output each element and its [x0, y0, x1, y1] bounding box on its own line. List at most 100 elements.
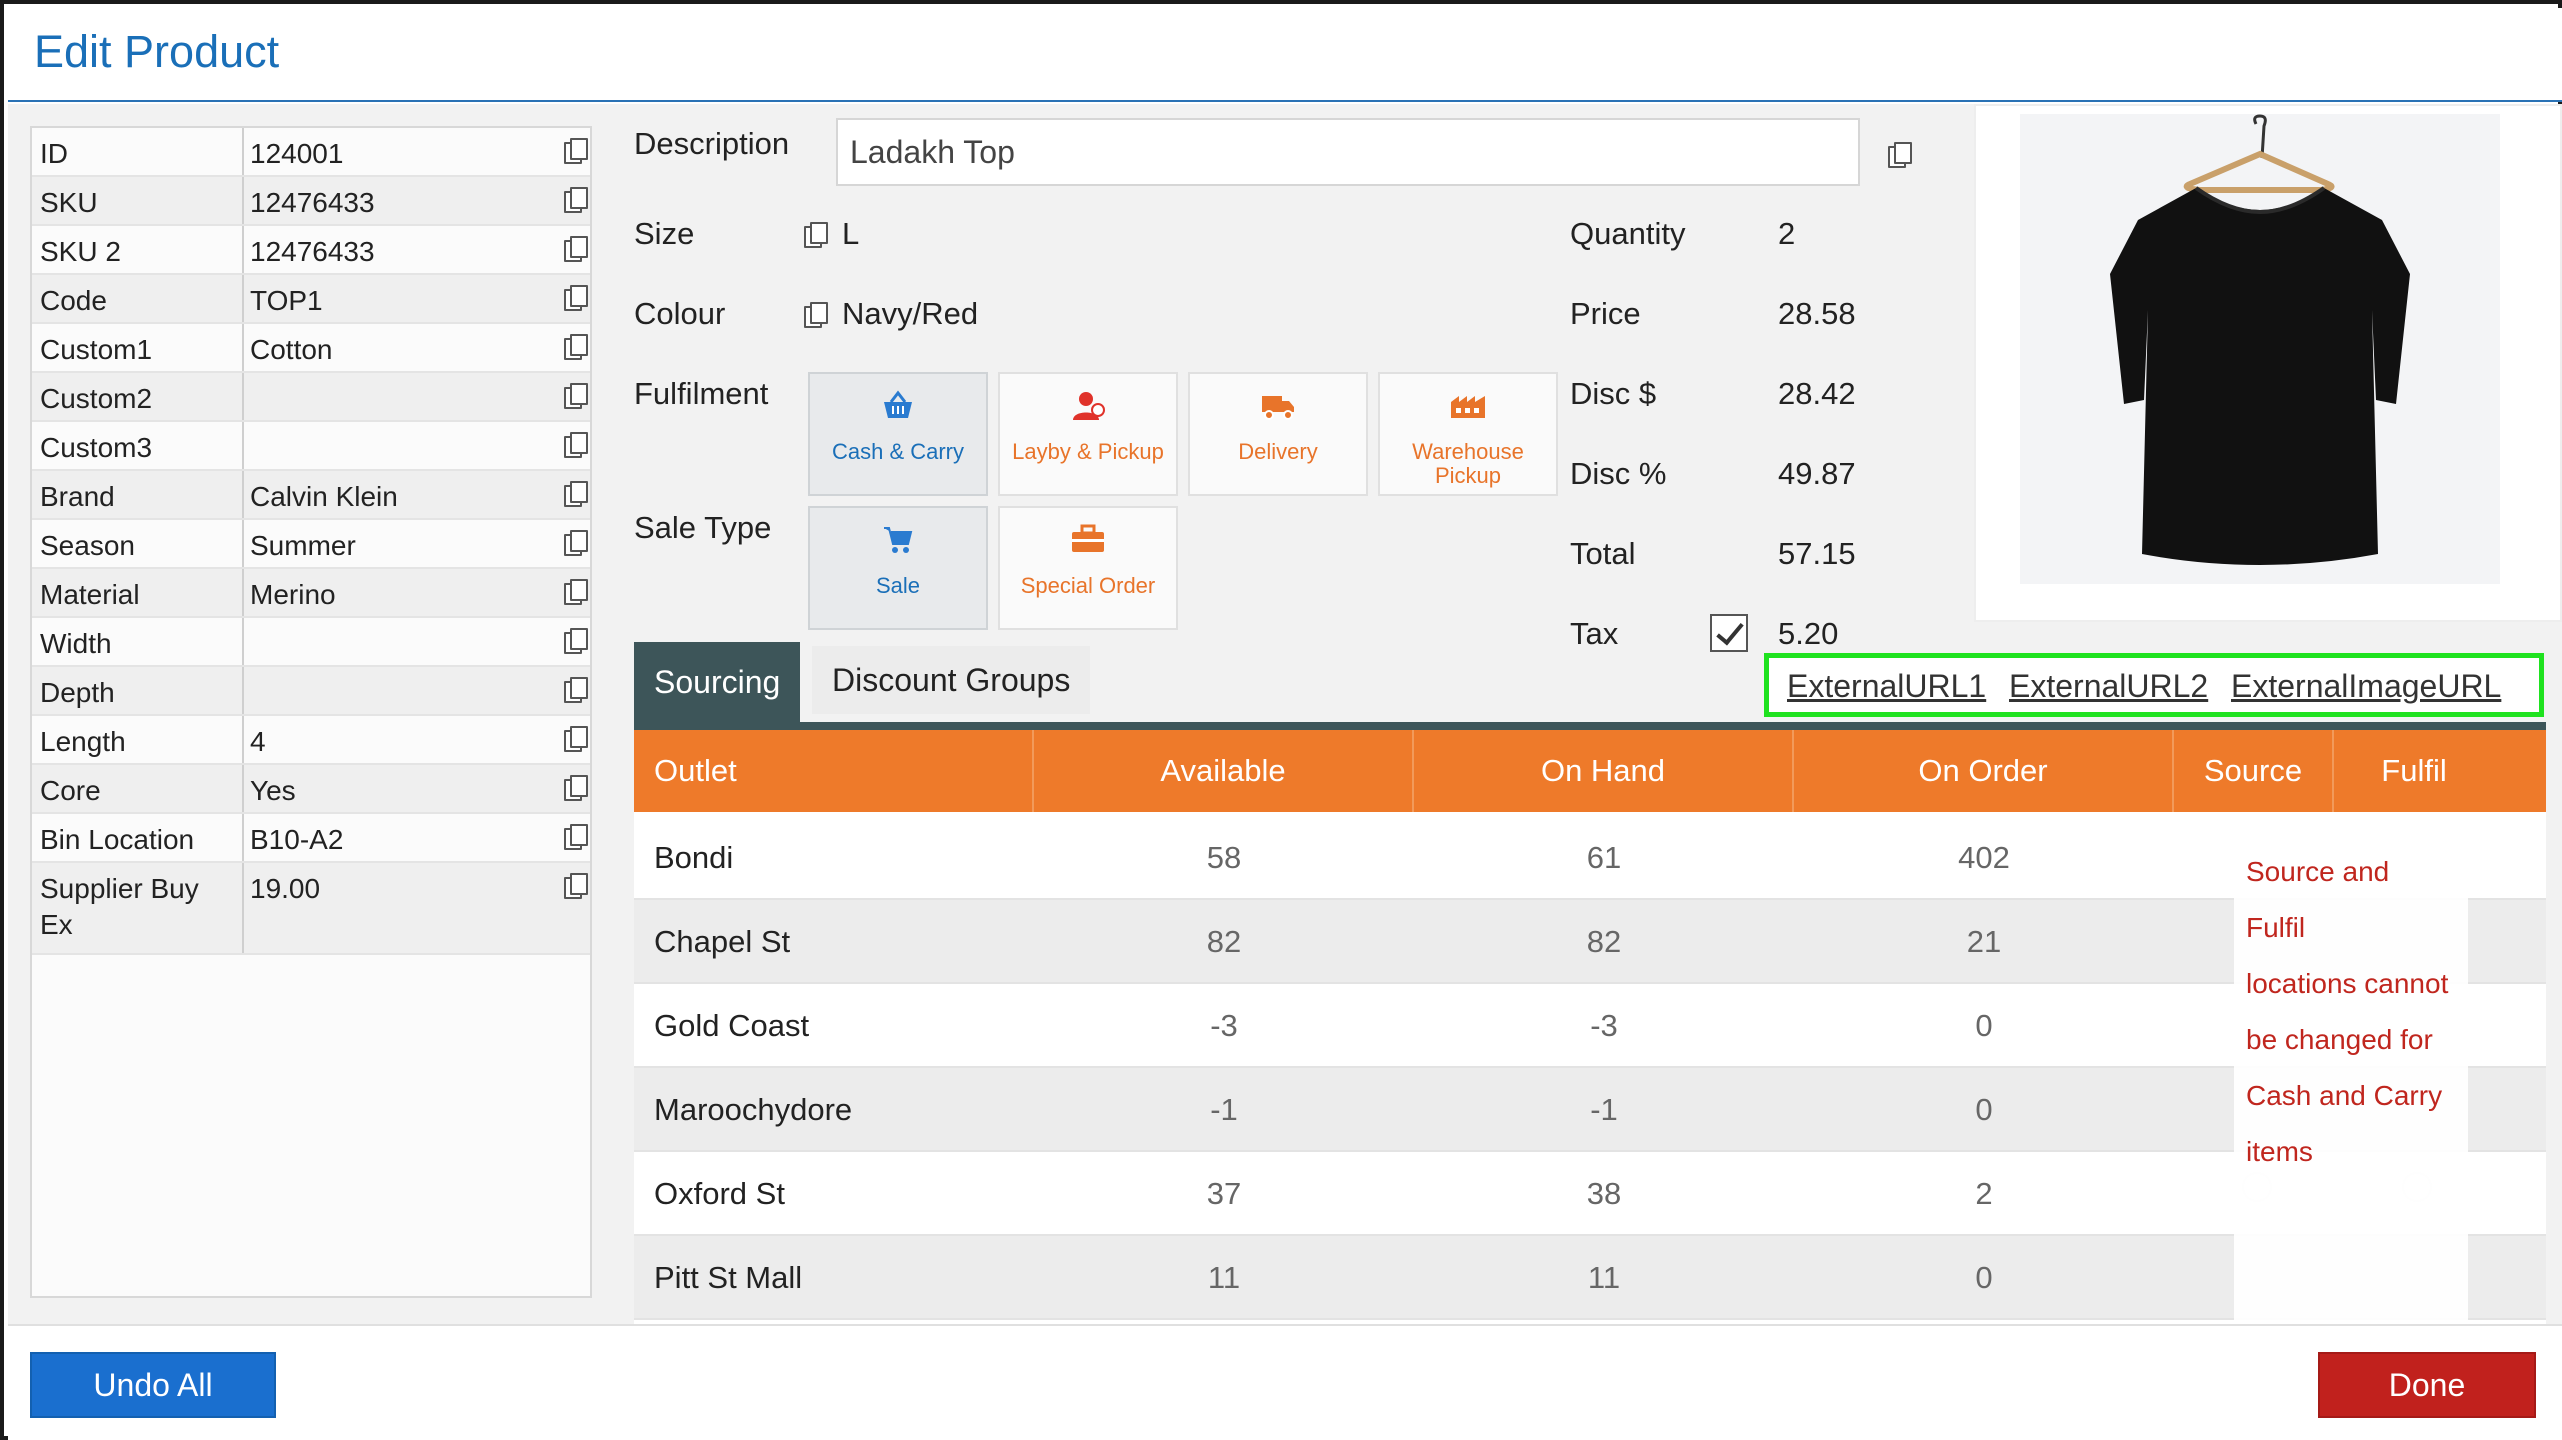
copy-icon[interactable] — [564, 579, 588, 605]
disc-amount-value: 28.42 — [1778, 376, 1856, 411]
copy-icon[interactable] — [564, 481, 588, 507]
tax-label: Tax — [1570, 616, 1619, 651]
dialog-footer: Undo All Done — [8, 1324, 2562, 1440]
col-available: Available — [1034, 730, 1414, 812]
attr-row-depth: Depth — [32, 667, 590, 716]
tab-sourcing[interactable]: Sourcing — [634, 642, 801, 722]
external-url1-link[interactable]: ExternalURL1 — [1787, 668, 1986, 705]
copy-icon[interactable] — [564, 285, 588, 311]
cell-on-hand: 61 — [1586, 840, 1622, 875]
copy-icon[interactable] — [564, 432, 588, 458]
copy-icon[interactable] — [564, 775, 588, 801]
attr-label: SKU 2 — [40, 236, 121, 267]
description-input[interactable] — [836, 118, 1860, 186]
copy-icon[interactable] — [1888, 142, 1912, 168]
copy-icon[interactable] — [564, 530, 588, 556]
copy-icon[interactable] — [564, 236, 588, 262]
fulfilment-cash-carry-button[interactable]: Cash & Carry — [808, 372, 988, 496]
cell-outlet: Pitt St Mall — [654, 1260, 803, 1295]
tooltip-line: items — [2246, 1136, 2313, 1167]
cell-outlet: Oxford St — [654, 1176, 785, 1211]
attr-label: Length — [40, 726, 126, 757]
copy-icon[interactable] — [564, 824, 588, 850]
attr-label: Material — [40, 579, 140, 610]
warehouse-icon — [1380, 390, 1556, 428]
price-label: Price — [1570, 296, 1641, 331]
cell-on-hand: -1 — [1590, 1092, 1618, 1127]
tab-underline — [634, 722, 2546, 730]
attributes-panel: ID 124001 SKU 12476433 SKU 2 12476433 Co… — [30, 126, 592, 1298]
cell-available: -1 — [1210, 1092, 1238, 1127]
attr-row-code: Code TOP1 — [32, 275, 590, 324]
attr-row-custom3: Custom3 — [32, 422, 590, 471]
cell-on-order: 402 — [1958, 840, 2010, 875]
external-image-url-link[interactable]: ExternalImageURL — [2231, 668, 2501, 705]
cell-available: -3 — [1210, 1008, 1238, 1043]
copy-icon[interactable] — [804, 302, 828, 328]
external-url2-link[interactable]: ExternalURL2 — [2009, 668, 2208, 705]
disc-percent-label: Disc % — [1570, 456, 1667, 491]
attr-label: Code — [40, 285, 107, 316]
cart-icon — [810, 524, 986, 562]
copy-icon[interactable] — [564, 873, 588, 899]
tile-label: Special Order — [1020, 573, 1156, 598]
fulfilment-warehouse-pickup-button[interactable]: Warehouse Pickup — [1378, 372, 1558, 496]
copy-icon[interactable] — [564, 383, 588, 409]
attr-row-custom2: Custom2 — [32, 373, 590, 422]
attr-label: Brand — [40, 481, 115, 512]
cell-on-order: 0 — [1975, 1008, 1993, 1043]
attr-value: TOP1 — [250, 285, 323, 316]
attr-value: 12476433 — [250, 236, 375, 267]
cell-on-order: 0 — [1975, 1092, 1993, 1127]
tax-value: 5.20 — [1778, 616, 1839, 651]
attr-label: Season — [40, 530, 135, 561]
attr-value: Cotton — [250, 334, 333, 365]
col-fulfil: Fulfil — [2381, 753, 2447, 788]
quantity-label: Quantity — [1570, 216, 1686, 251]
sale-type-special-order-button[interactable]: Special Order — [998, 506, 1178, 630]
undo-all-button[interactable]: Undo All — [30, 1352, 276, 1418]
size-label: Size — [634, 216, 695, 251]
copy-icon[interactable] — [564, 138, 588, 164]
briefcase-icon — [1000, 524, 1176, 562]
copy-icon[interactable] — [804, 222, 828, 248]
copy-icon[interactable] — [564, 726, 588, 752]
colour-label: Colour — [634, 296, 726, 331]
fulfilment-label: Fulfilment — [634, 376, 769, 411]
col-source: Source — [2174, 730, 2334, 812]
fulfilment-layby-pickup-button[interactable]: Layby & Pickup — [998, 372, 1178, 496]
sale-type-label: Sale Type — [634, 510, 772, 545]
attr-value: Merino — [250, 579, 336, 610]
copy-icon[interactable] — [564, 628, 588, 654]
disc-percent-value: 49.87 — [1778, 456, 1856, 491]
cell-on-order: 0 — [1975, 1260, 1993, 1295]
attr-row-brand: Brand Calvin Klein — [32, 471, 590, 520]
attr-label: Supplier Buy Ex — [40, 873, 199, 940]
cell-outlet: Chapel St — [654, 924, 791, 959]
product-image — [1974, 104, 2562, 622]
dialog-header: Edit Product — [8, 8, 2562, 102]
copy-icon[interactable] — [564, 334, 588, 360]
cell-available: 37 — [1206, 1176, 1242, 1211]
fulfilment-delivery-button[interactable]: Delivery — [1188, 372, 1368, 496]
tab-discount-groups[interactable]: Discount Groups — [812, 646, 1091, 714]
attr-value: 19.00 — [250, 873, 321, 904]
truck-icon — [1190, 390, 1366, 428]
attr-row-length: Length 4 — [32, 716, 590, 765]
copy-icon[interactable] — [564, 187, 588, 213]
done-button[interactable]: Done — [2318, 1352, 2536, 1418]
external-links-box: ExternalURL1 ExternalURL2 ExternalImageU… — [1764, 653, 2544, 717]
total-value: 57.15 — [1778, 536, 1856, 571]
sale-type-sale-button[interactable]: Sale — [808, 506, 988, 630]
tile-label: Cash & Carry — [831, 439, 965, 464]
cell-on-hand: 38 — [1586, 1176, 1622, 1211]
attr-row-season: Season Summer — [32, 520, 590, 569]
attr-value: 12476433 — [250, 187, 375, 218]
tax-checkbox[interactable] — [1710, 614, 1748, 652]
cell-available: 11 — [1207, 1260, 1241, 1295]
attr-row-id: ID 124001 — [32, 128, 590, 177]
col-on-order: On Order — [1794, 730, 2174, 812]
cell-on-hand: -3 — [1590, 1008, 1618, 1043]
copy-icon[interactable] — [564, 677, 588, 703]
attr-label: ID — [40, 138, 68, 169]
